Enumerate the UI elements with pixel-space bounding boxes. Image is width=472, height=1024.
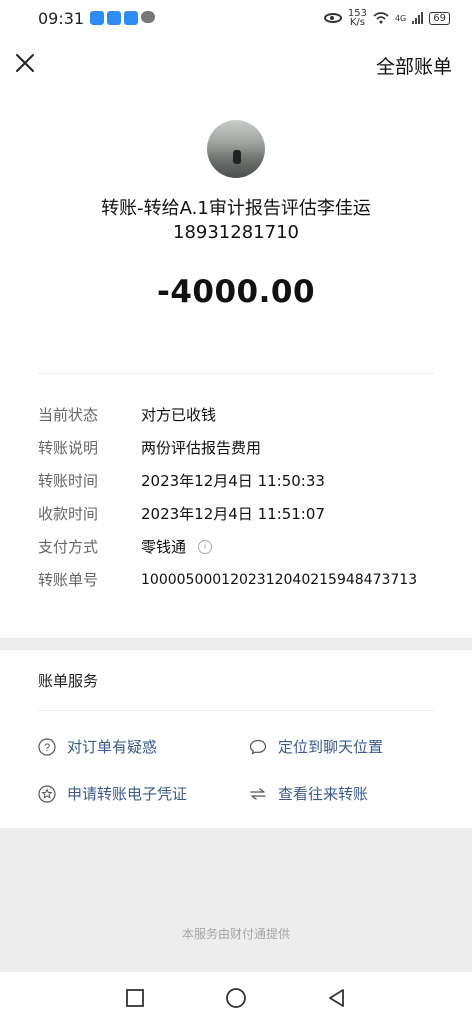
services-title: 账单服务 [38,672,99,690]
app-notification-icon [90,11,105,25]
detail-row-transfer-time: 转账时间 2023年12月4日 11:50:33 [38,464,458,497]
bill-services: 账单服务 ? 对订单有疑惑 定位到聊天位置 申请转账电子凭证 查看往来转账 [0,650,472,828]
detail-label: 转账单号 [38,571,99,589]
detail-row-payment-method: 支付方式 零钱通 i [38,530,458,563]
service-label: 查看往来转账 [278,785,369,803]
home-icon[interactable] [225,987,247,1009]
app-notification-icon [124,11,139,25]
wifi-icon [373,12,389,24]
network-type: 4G [394,13,407,23]
service-label: 申请转账电子凭证 [67,785,188,803]
detail-label: 收款时间 [38,505,99,523]
detail-row-note: 转账说明 两份评估报告费用 [38,431,458,464]
chat-bubble-icon [249,739,267,755]
service-locate-chat[interactable]: 定位到聊天位置 [249,736,383,757]
back-icon[interactable] [326,987,348,1009]
recent-apps-icon[interactable] [124,987,146,1009]
detail-label: 当前状态 [38,406,99,424]
star-badge-icon [38,784,56,803]
detail-value: 2023年12月4日 11:51:07 [141,505,325,523]
avatar[interactable] [207,120,265,178]
swap-arrows-icon [250,787,266,800]
svg-text:?: ? [44,742,50,754]
detail-value: 两份评估报告费用 [141,439,262,457]
transfer-amount: -4000.00 [156,274,316,310]
service-view-transfers[interactable]: 查看往来转账 [249,783,368,804]
detail-label: 转账时间 [38,472,99,490]
detail-row-transfer-number: 转账单号 100005000120231204021594847371​3 [38,563,458,596]
transfer-title: 转账-转给A.1审计报告评估李佳运 [101,198,371,219]
notification-icons [90,11,156,25]
status-bar: 09:31 153 K/s 4G 69 [0,0,472,36]
detail-value: 零钱通 [141,538,187,556]
detail-label: 转账说明 [38,439,99,457]
divider [38,373,434,374]
header: 全部账单 [0,36,472,92]
divider [38,710,434,711]
message-icon [141,11,156,23]
footer-provider: 本服务由财付通提供 [181,927,290,941]
close-icon[interactable] [14,52,36,74]
status-time: 09:31 [38,8,85,28]
detail-row-status: 当前状态 对方已收钱 [38,398,458,431]
transfer-detail-card: 转账-转给A.1审计报告评估李佳运 18931281710 -4000.00 当… [0,92,472,638]
service-apply-voucher[interactable]: 申请转账电子凭证 [38,783,187,804]
detail-value: 2023年12月4日 11:50:33 [141,472,325,490]
detail-row-receive-time: 收款时间 2023年12月4日 11:51:07 [38,497,458,530]
detail-list: 当前状态 对方已收钱 转账说明 两份评估报告费用 转账时间 2023年12月4日… [38,398,458,596]
info-icon[interactable]: i [198,539,213,554]
app-notification-icon [107,11,122,25]
detail-label: 支付方式 [38,538,99,556]
detail-value: 对方已收钱 [141,406,217,424]
battery-level: 69 [429,11,450,25]
network-speed-unit: K/s [349,17,365,28]
navigation-bar [0,972,472,1024]
all-bills-link[interactable]: 全部账单 [376,52,452,79]
service-label: 定位到聊天位置 [278,738,384,756]
signal-icon [412,12,424,24]
detail-value: 100005000120231204021594847371​3 [141,571,418,588]
transfer-phone: 18931281710 [173,222,299,243]
service-order-question[interactable]: ? 对订单有疑惑 [38,736,157,757]
question-icon: ? [38,737,56,756]
eye-icon [323,13,342,23]
network-speed: 153 K/s [348,9,367,28]
service-label: 对订单有疑惑 [67,738,158,756]
status-indicators: 153 K/s 4G 69 [323,9,450,28]
